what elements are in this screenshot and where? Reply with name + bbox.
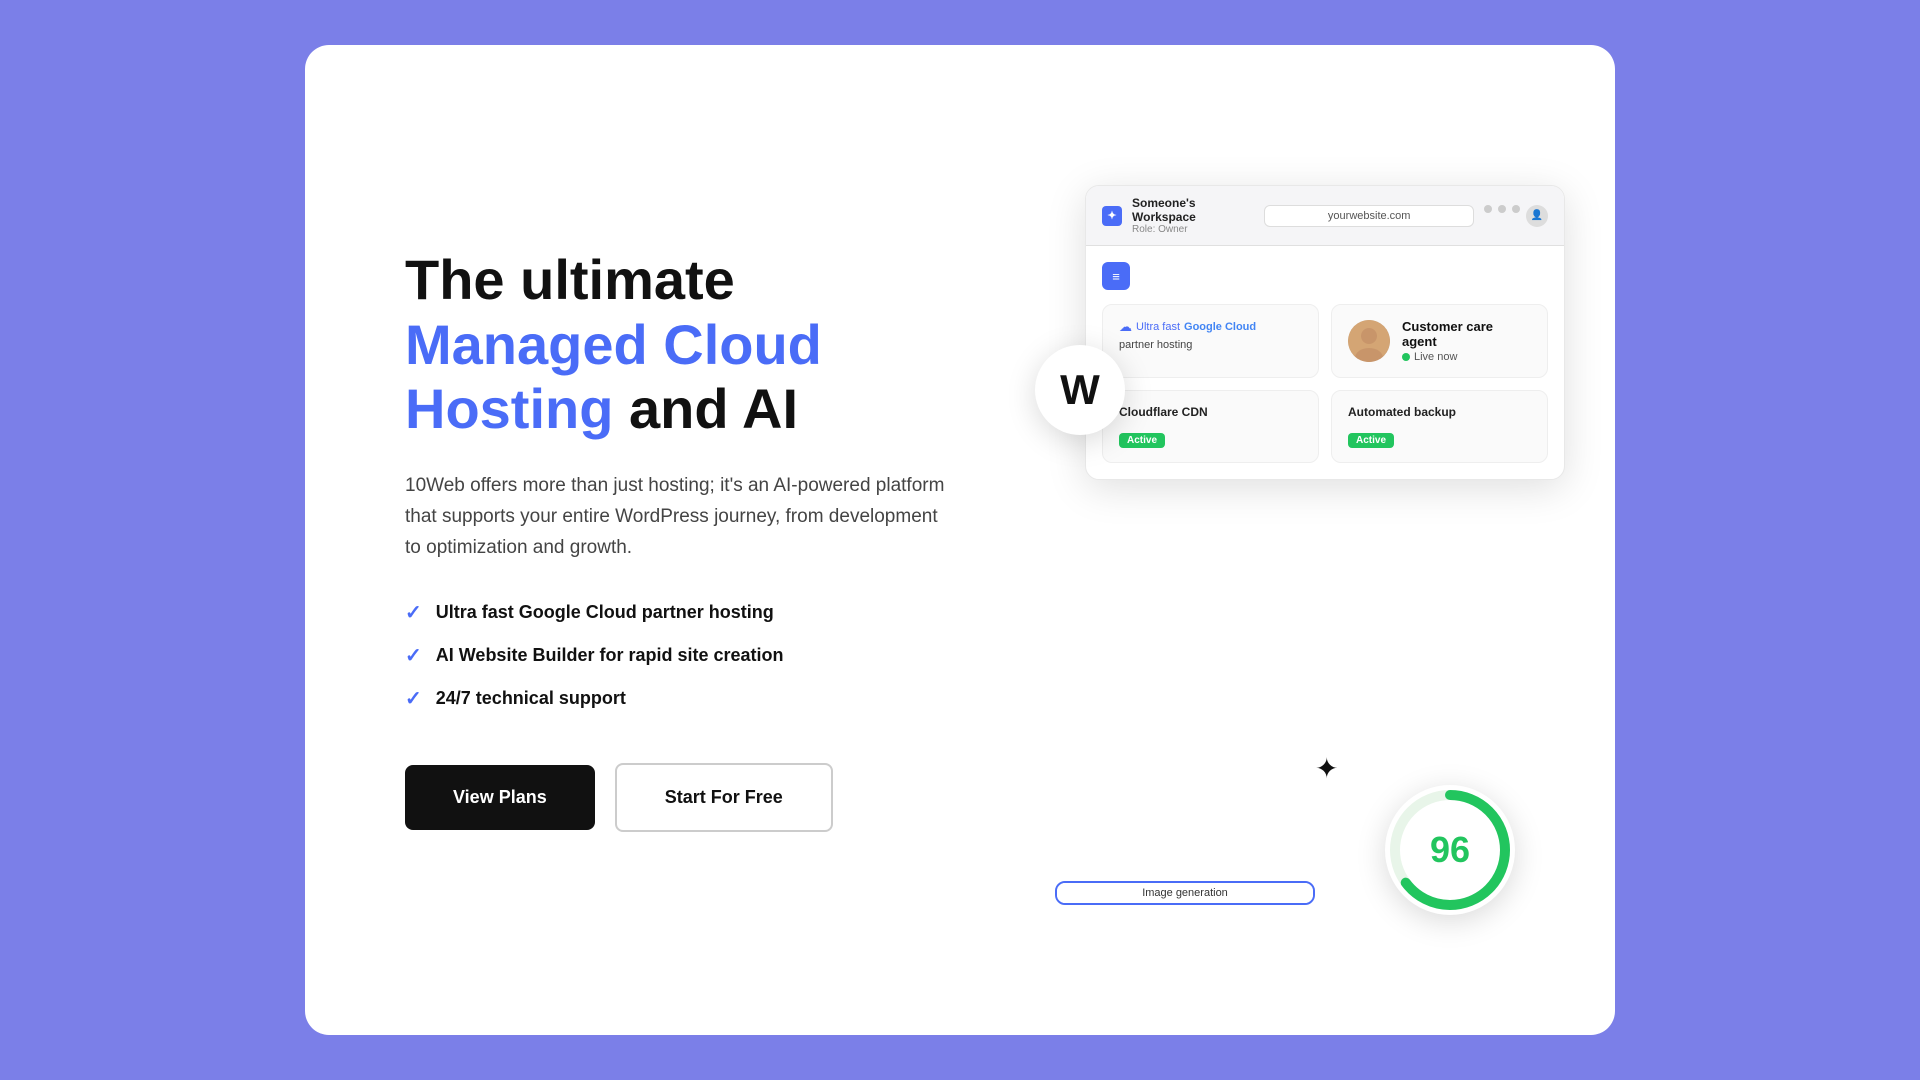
agent-name: Customer care agent [1402, 319, 1531, 349]
wordpress-logo-circle: W [1035, 345, 1125, 435]
cloudflare-card: Cloudflare CDN Active [1102, 390, 1319, 463]
ctrl-dot-1 [1484, 205, 1492, 213]
panel-sidebar-icon: ≡ [1102, 262, 1130, 290]
corner-dot-br [1308, 898, 1315, 905]
ctrl-dot-2 [1498, 205, 1506, 213]
cloudflare-badge: Active [1119, 433, 1165, 448]
headline: The ultimate Managed Cloud Hosting and A… [405, 248, 965, 441]
ctrl-dot-3 [1512, 205, 1520, 213]
headline-part3: and AI [613, 377, 798, 440]
cloudflare-title: Cloudflare CDN [1119, 405, 1302, 421]
right-mockup: W ✦ Someone's Workspace Role: Owner your… [1025, 125, 1535, 955]
image-gen-panel: Image generation [1055, 881, 1315, 905]
cloud-icon: ☁ [1119, 319, 1132, 335]
feature-label-3: 24/7 technical support [436, 688, 626, 709]
live-indicator [1402, 353, 1410, 361]
features-list: ✓ Ultra fast Google Cloud partner hostin… [405, 600, 965, 711]
check-icon-3: ✓ [405, 686, 422, 711]
check-icon-2: ✓ [405, 643, 422, 668]
image-gen-label: Image generation [1057, 883, 1313, 903]
ai-sparkle-icon: ✦ [1315, 752, 1338, 785]
description-text: 10Web offers more than just hosting; it'… [405, 470, 945, 564]
corner-dot-bl [1055, 898, 1062, 905]
url-bar: yourwebsite.com [1264, 205, 1474, 227]
cta-buttons: View Plans Start For Free [405, 763, 965, 832]
user-avatar-small: 👤 [1526, 205, 1548, 227]
google-cloud-badge: ☁ Ultra fast Google Cloud [1119, 319, 1302, 335]
panel-workspace-label: Someone's Workspace Role: Owner [1132, 196, 1254, 235]
corner-dot-tr [1308, 881, 1315, 888]
start-free-button[interactable]: Start For Free [615, 763, 833, 832]
backup-title: Automated backup [1348, 405, 1531, 421]
panel-topbar: ✦ Someone's Workspace Role: Owner yourwe… [1086, 186, 1564, 246]
backup-card: Automated backup Active [1331, 390, 1548, 463]
dashboard-panel: ✦ Someone's Workspace Role: Owner yourwe… [1085, 185, 1565, 480]
check-icon-1: ✓ [405, 600, 422, 625]
feature-item-3: ✓ 24/7 technical support [405, 686, 965, 711]
hosting-label: Ultra fast [1136, 321, 1180, 333]
workspace-role: Role: Owner [1132, 224, 1254, 235]
panel-window-controls: 👤 [1484, 205, 1548, 227]
view-plans-button[interactable]: View Plans [405, 765, 595, 830]
feature-label-1: Ultra fast Google Cloud partner hosting [436, 602, 774, 623]
workspace-name: Someone's Workspace [1132, 196, 1254, 224]
hosting-subtitle: partner hosting [1119, 339, 1302, 351]
google-text: Google Cloud [1184, 321, 1256, 333]
agent-status-text: Live now [1414, 351, 1457, 363]
feature-item-1: ✓ Ultra fast Google Cloud partner hostin… [405, 600, 965, 625]
feature-item-2: ✓ AI Website Builder for rapid site crea… [405, 643, 965, 668]
backup-badge: Active [1348, 433, 1394, 448]
score-circle: 96 [1385, 785, 1515, 915]
panel-logo-icon: ✦ [1102, 206, 1122, 226]
left-content: The ultimate Managed Cloud Hosting and A… [405, 248, 965, 831]
headline-part1: The ultimate [405, 248, 735, 311]
agent-card: Customer care agent Live now [1331, 304, 1548, 378]
score-value: 96 [1430, 829, 1470, 871]
agent-avatar [1348, 320, 1390, 362]
w-letter: W [1060, 366, 1100, 414]
main-card: The ultimate Managed Cloud Hosting and A… [305, 45, 1615, 1035]
agent-status: Live now [1402, 351, 1531, 363]
agent-info: Customer care agent Live now [1402, 319, 1531, 363]
panel-body: ≡ ☁ Ultra fast Google Cloud partner host… [1086, 246, 1564, 479]
panel-cards-grid: ☁ Ultra fast Google Cloud partner hostin… [1102, 304, 1548, 463]
hosting-card: ☁ Ultra fast Google Cloud partner hostin… [1102, 304, 1319, 378]
feature-label-2: AI Website Builder for rapid site creati… [436, 645, 784, 666]
